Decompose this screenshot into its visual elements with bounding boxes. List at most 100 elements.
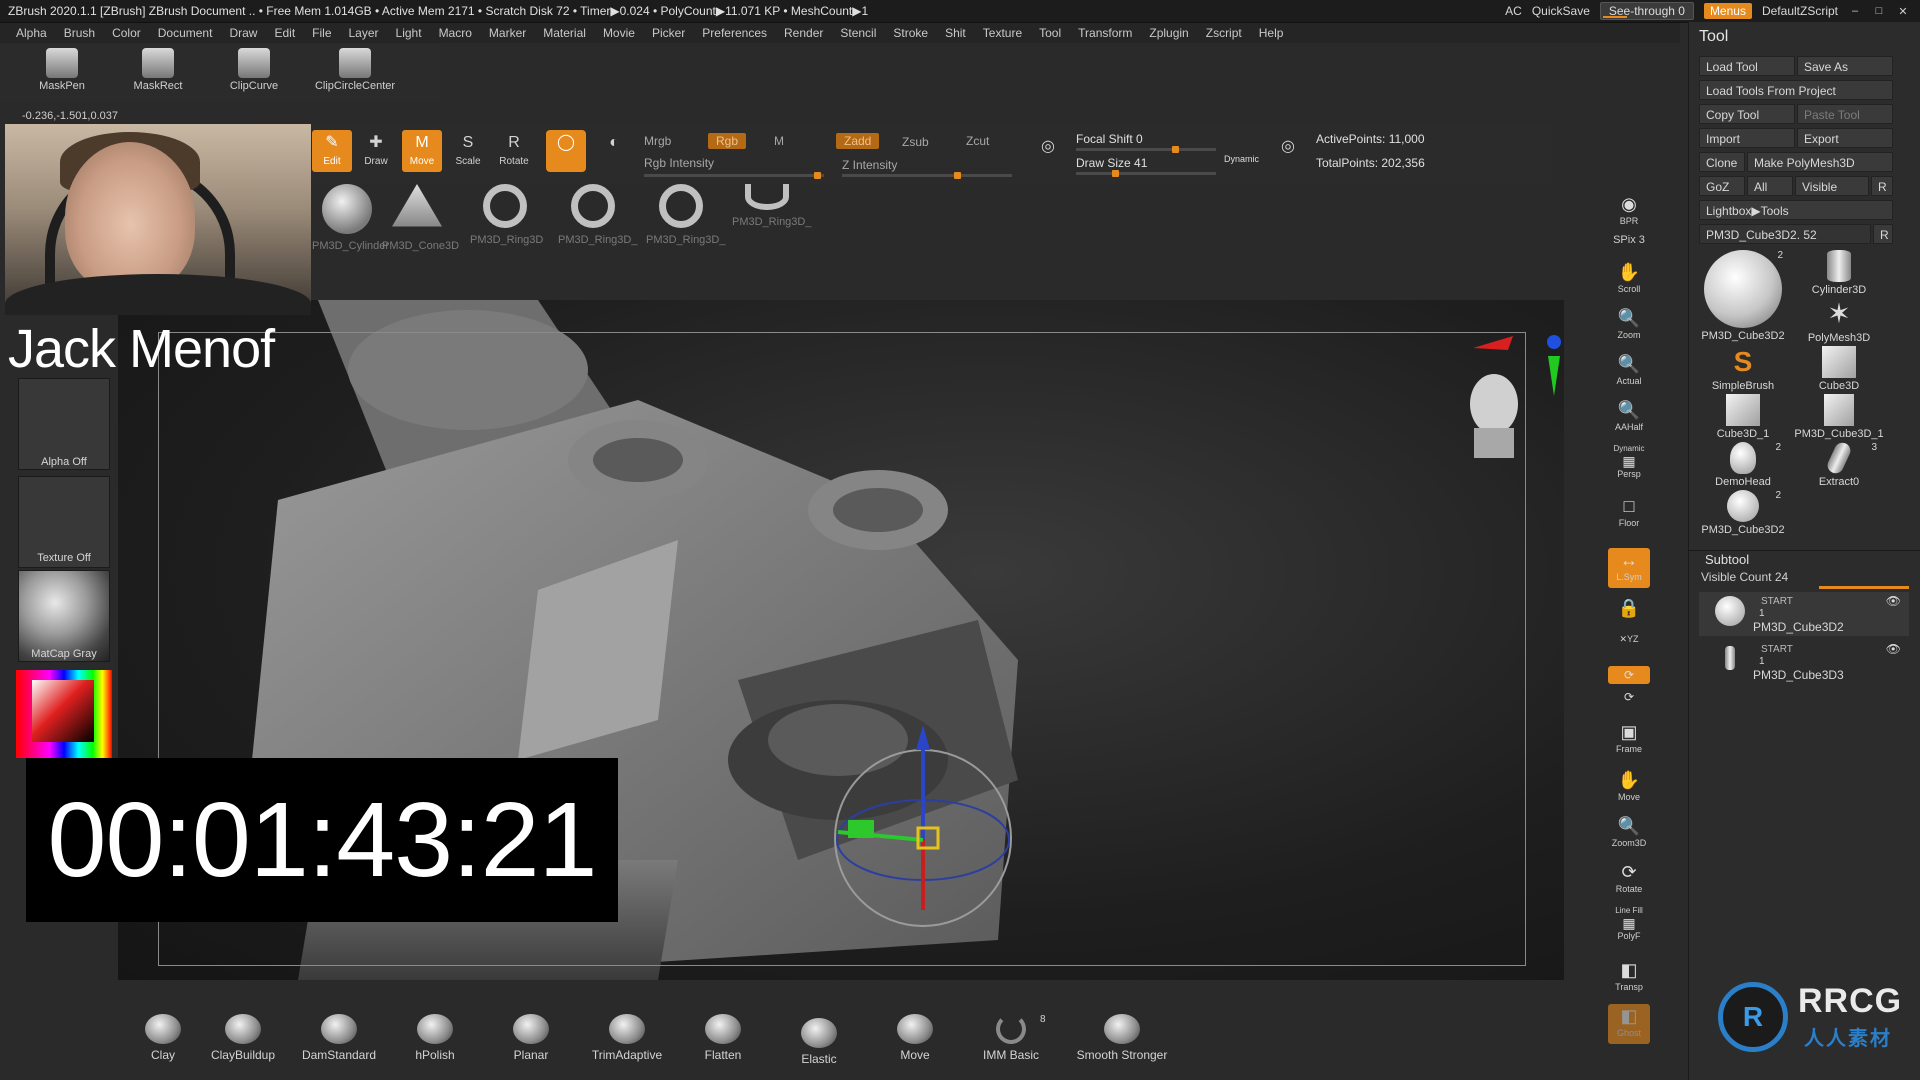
menu-tool[interactable]: Tool (1039, 26, 1070, 40)
scroll-button[interactable]: ✋ Scroll (1608, 260, 1650, 300)
menu-transform[interactable]: Transform (1078, 26, 1141, 40)
goz-visible-button[interactable]: Visible (1795, 176, 1869, 196)
goz-button[interactable]: GoZ (1699, 176, 1745, 196)
menu-document[interactable]: Document (158, 26, 222, 40)
dynamic-toggle[interactable]: Dynamic (1224, 154, 1259, 164)
menu-stroke[interactable]: Stroke (893, 26, 937, 40)
brush-damstandard[interactable]: DamStandard (294, 1014, 384, 1062)
persp-button[interactable]: Dynamic ▦ Persp (1608, 444, 1650, 484)
subtool-item-2[interactable]: START 1 PM3D_Cube3D3 👁 (1699, 640, 1909, 684)
clone-button[interactable]: Clone (1699, 152, 1745, 172)
eye-icon[interactable]: 👁 (1886, 642, 1901, 656)
paste-tool-button[interactable]: Paste Tool (1797, 104, 1893, 124)
quicksave-button[interactable]: QuickSave (1532, 4, 1590, 18)
tool-thumb-extract0[interactable]: Extract0 3 (1793, 440, 1885, 488)
menu-light[interactable]: Light (396, 26, 431, 40)
menu-layer[interactable]: Layer (349, 26, 388, 40)
goz-r-button[interactable]: R (1871, 176, 1893, 196)
dynamic-draw-icon-button[interactable]: ◎ (1272, 134, 1304, 166)
shelf-tool-ring-3[interactable]: PM3D_Ring3D_ (646, 184, 725, 246)
color-picker-square[interactable] (32, 680, 94, 742)
subtool-title[interactable]: Subtool (1705, 552, 1749, 567)
polyf-button[interactable]: Line Fill ▦ PolyF (1608, 906, 1650, 950)
m-toggle[interactable]: M (774, 134, 784, 148)
zsub-toggle[interactable]: Zsub (902, 135, 929, 149)
color-sphere-toggle[interactable]: ◐ (594, 130, 634, 172)
maskrect-button[interactable]: MaskRect (118, 48, 198, 92)
menu-help[interactable]: Help (1259, 26, 1293, 40)
mrgb-toggle[interactable]: Mrgb (644, 134, 671, 148)
tool-thumb-pm3d-cube3d-1[interactable]: PM3D_Cube3D_1 (1793, 394, 1885, 440)
export-button[interactable]: Export (1797, 128, 1893, 148)
shelf-tool-ring-2[interactable]: PM3D_Ring3D_ (558, 184, 637, 246)
move-button[interactable]: M Move (402, 130, 442, 172)
draw-size-slider[interactable] (1076, 170, 1216, 177)
shelf-tool-ring-4[interactable]: PM3D_Ring3D_ (732, 184, 811, 228)
brush-claybuildup[interactable]: ClayBuildup (198, 1014, 288, 1062)
menu-movie[interactable]: Movie (603, 26, 644, 40)
menu-marker[interactable]: Marker (489, 26, 535, 40)
gizmo-toggle[interactable]: ◯ (546, 130, 586, 172)
zcut-toggle[interactable]: Zcut (966, 134, 989, 148)
load-tools-from-project-button[interactable]: Load Tools From Project (1699, 80, 1893, 100)
tool-thumb-pm3d-cube3d2[interactable]: PM3D_Cube3D2 2 (1697, 250, 1789, 346)
menu-file[interactable]: File (312, 26, 340, 40)
default-zscript-button[interactable]: DefaultZScript (1762, 4, 1838, 18)
move-view-button[interactable]: ✋ Move (1608, 768, 1650, 808)
shelf-tool-cylinder[interactable]: PM3D_Cylinder (312, 184, 389, 252)
maximize-icon[interactable]: □ (1872, 5, 1886, 17)
brush-planar[interactable]: Planar (486, 1014, 576, 1062)
menu-texture[interactable]: Texture (983, 26, 1031, 40)
rgb-intensity-knob[interactable] (814, 172, 821, 179)
visible-count-slider[interactable] (1819, 586, 1909, 589)
lsym-button[interactable]: ↔ L.Sym (1608, 548, 1650, 588)
clipcurve-button[interactable]: ClipCurve (214, 48, 294, 92)
tool-thumb-simplebrush[interactable]: S SimpleBrush (1697, 346, 1789, 392)
menu-draw[interactable]: Draw (229, 26, 266, 40)
menu-shit[interactable]: Shit (945, 26, 975, 40)
menu-render[interactable]: Render (784, 26, 832, 40)
brush-elastic[interactable]: Elastic (774, 1018, 864, 1066)
focal-shift-icon-button[interactable]: ◎ (1032, 134, 1064, 166)
focal-shift-slider[interactable] (1076, 146, 1216, 153)
save-as-button[interactable]: Save As (1797, 56, 1893, 76)
subtool-item-1[interactable]: START 1 PM3D_Cube3D2 👁 (1699, 592, 1909, 636)
menu-color[interactable]: Color (112, 26, 150, 40)
menu-alpha[interactable]: Alpha (16, 26, 56, 40)
actual-button[interactable]: 🔍 Actual (1608, 352, 1650, 392)
floor-button[interactable]: □ Floor (1608, 494, 1650, 534)
frame-button[interactable]: ▣ Frame (1608, 720, 1650, 760)
zoom3d-button[interactable]: 🔍 Zoom3D (1608, 814, 1650, 854)
current-tool-r-button[interactable]: R (1873, 224, 1893, 244)
tool-thumb-cylinder3d[interactable]: Cylinder3D (1793, 250, 1885, 296)
z-intensity-slider[interactable] (842, 172, 1012, 179)
copy-tool-button[interactable]: Copy Tool (1699, 104, 1795, 124)
tool-thumb-demohead[interactable]: DemoHead 2 (1697, 442, 1789, 488)
menu-macro[interactable]: Macro (439, 26, 481, 40)
tool-thumb-cube3d[interactable]: Cube3D (1793, 346, 1885, 392)
rotate-axis-alt[interactable]: ⟳ (1608, 688, 1650, 706)
rotate-axis-toggle[interactable]: ⟳ (1608, 666, 1650, 684)
aahalf-button[interactable]: 🔍 AAHalf (1608, 398, 1650, 438)
current-tool-slider[interactable]: PM3D_Cube3D2. 52 (1699, 224, 1871, 244)
load-tool-button[interactable]: Load Tool (1699, 56, 1795, 76)
ac-button[interactable]: AC (1505, 4, 1522, 18)
close-icon[interactable]: ✕ (1896, 5, 1910, 18)
rgb-toggle[interactable]: Rgb (708, 133, 747, 149)
zoom-button[interactable]: 🔍 Zoom (1608, 306, 1650, 346)
menu-stencil[interactable]: Stencil (840, 26, 885, 40)
make-polymesh-button[interactable]: Make PolyMesh3D (1747, 152, 1893, 172)
lightbox-tools-button[interactable]: Lightbox▶Tools (1699, 200, 1893, 220)
scale-button[interactable]: S Scale (448, 130, 488, 172)
color-picker[interactable] (16, 670, 112, 758)
menu-zplugin[interactable]: Zplugin (1149, 26, 1197, 40)
brush-trimadaptive[interactable]: TrimAdaptive (582, 1014, 672, 1062)
xyz-button[interactable]: ✕YZ (1608, 634, 1650, 654)
goz-all-button[interactable]: All (1747, 176, 1793, 196)
ghost-button[interactable]: ◧ Ghost (1608, 1004, 1650, 1044)
focal-shift-knob[interactable] (1172, 146, 1179, 153)
import-button[interactable]: Import (1699, 128, 1795, 148)
brush-hpolish[interactable]: hPolish (390, 1014, 480, 1062)
maskpen-button[interactable]: MaskPen (22, 48, 102, 92)
spix-button[interactable]: SPix 3 (1608, 234, 1650, 254)
